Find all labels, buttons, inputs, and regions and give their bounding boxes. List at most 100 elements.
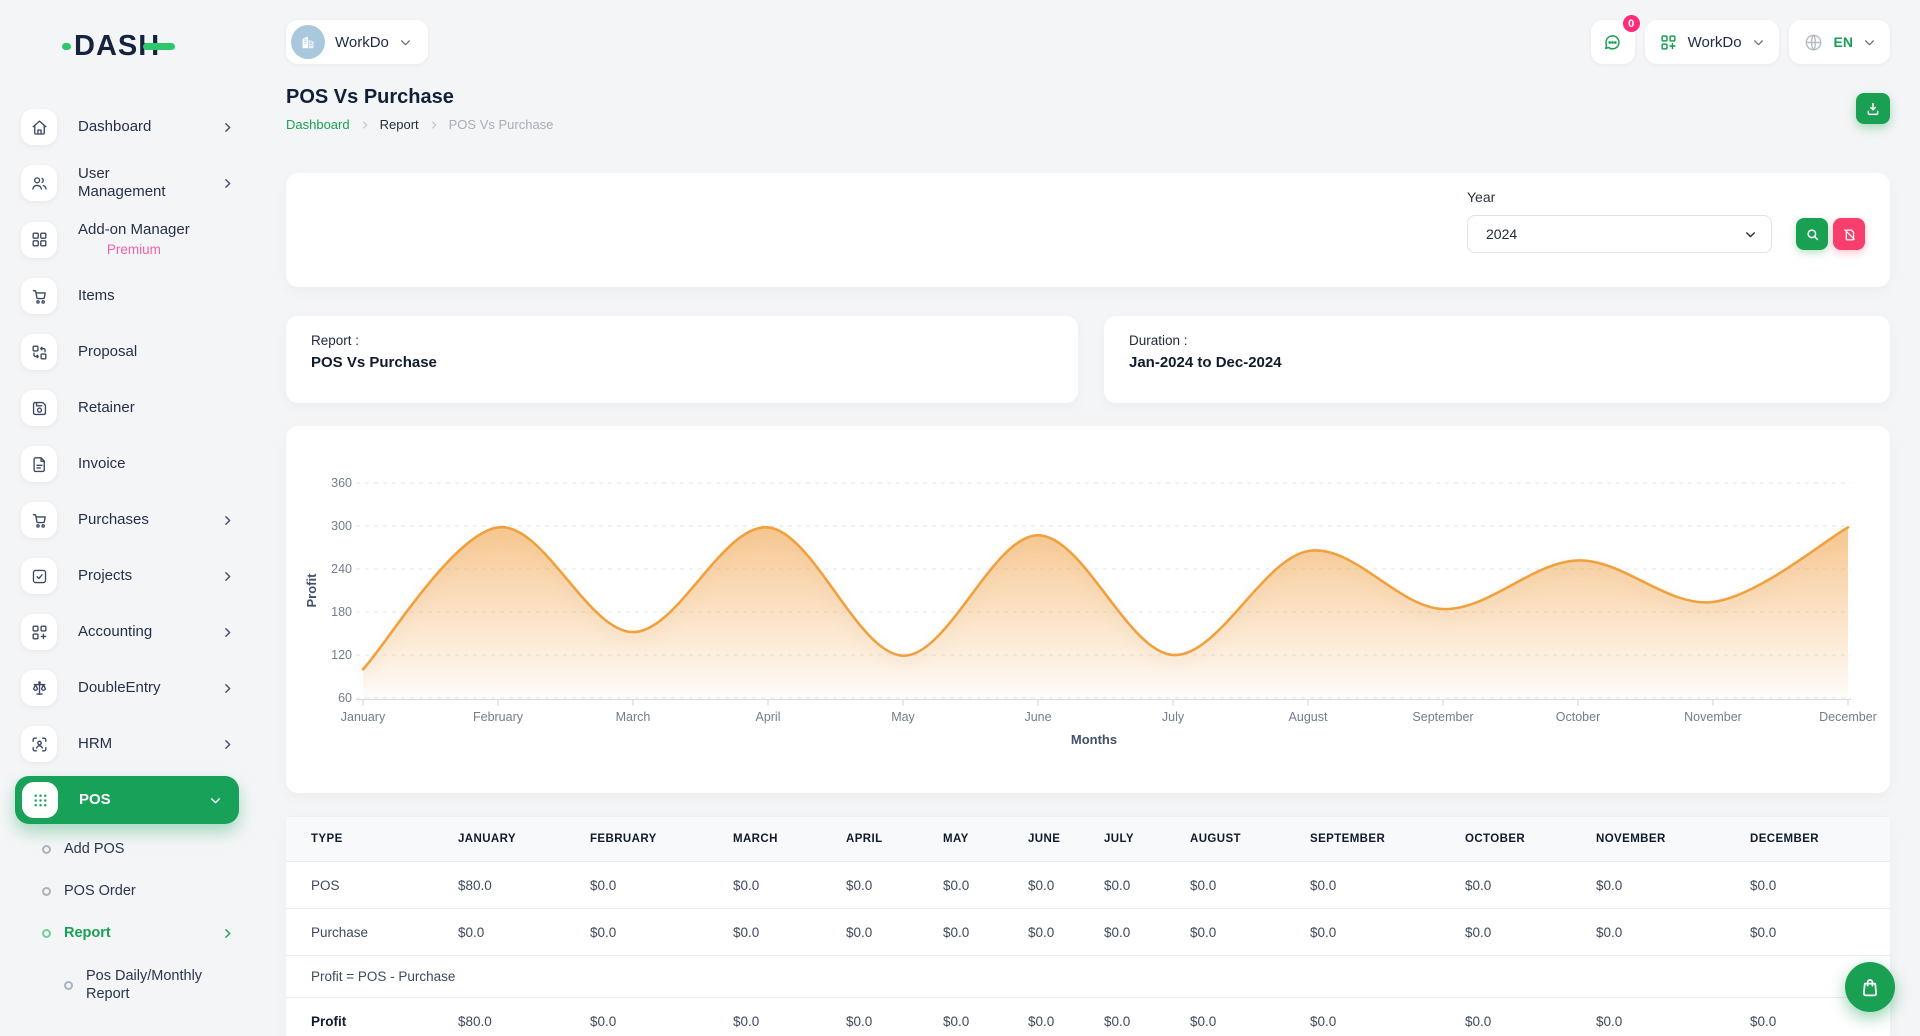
- report-summary-card: Report : POS Vs Purchase: [286, 316, 1078, 403]
- sidebar-item-hrm[interactable]: HRM: [0, 716, 260, 772]
- breadcrumb: Dashboard Report POS Vs Purchase: [286, 117, 553, 132]
- table-cell: $0.0: [1190, 909, 1310, 956]
- table-cell: $0.0: [846, 862, 943, 909]
- app-logo[interactable]: DASH: [62, 30, 260, 63]
- table-header-december: DECEMBER: [1750, 817, 1890, 862]
- sidebar-item-add-on-manager[interactable]: Add-on ManagerPremium: [0, 211, 260, 268]
- sidebar-subitem-label: Pos Daily/Monthly Report: [86, 967, 236, 1003]
- sidebar-item-dashboard[interactable]: Dashboard: [0, 99, 260, 155]
- pos-cart-fab[interactable]: [1845, 962, 1895, 1012]
- sidebar-subitem-add-pos[interactable]: Add POS: [0, 828, 260, 870]
- chevron-right-icon: [221, 682, 234, 695]
- sidebar-subitem-report[interactable]: Report: [0, 912, 260, 954]
- table-cell: $0.0: [1310, 998, 1465, 1036]
- cart-icon: [21, 278, 57, 314]
- sidebar-item-items[interactable]: Items: [0, 268, 260, 324]
- app-grid-icon: [1659, 33, 1678, 52]
- premium-badge: Premium: [78, 242, 190, 258]
- users-icon: [21, 165, 57, 201]
- table-note-row: Profit = POS - Purchase: [286, 956, 1890, 998]
- chevron-down-icon: [1752, 36, 1765, 49]
- sidebar-item-label: Dashboard: [78, 118, 151, 136]
- sidebar-subitem-pos-order[interactable]: POS Order: [0, 870, 260, 912]
- svg-text:June: June: [1024, 710, 1051, 724]
- apps-menu-button[interactable]: WorkDo: [1645, 20, 1779, 64]
- sidebar-item-label: Proposal: [78, 343, 137, 361]
- sidebar-item-purchases[interactable]: Purchases: [0, 492, 260, 548]
- sidebar-item-user-management[interactable]: User Management: [0, 155, 260, 211]
- home-icon: [21, 109, 57, 145]
- pos-vs-purchase-chart: 60120180240300360JanuaryFebruaryMarchApr…: [286, 426, 1890, 766]
- svg-text:October: October: [1556, 710, 1600, 724]
- breadcrumb-item-report[interactable]: Report: [380, 117, 419, 132]
- sidebar-subitem-label: Report: [64, 925, 111, 941]
- table-header-august: AUGUST: [1190, 817, 1310, 862]
- svg-text:March: March: [616, 710, 651, 724]
- sidebar-item-accounting[interactable]: Accounting: [0, 604, 260, 660]
- reset-filter-button[interactable]: [1833, 218, 1865, 250]
- chevron-right-icon: [221, 177, 234, 190]
- breadcrumb-current: POS Vs Purchase: [449, 117, 554, 132]
- row-label: Profit: [286, 998, 458, 1036]
- svg-text:February: February: [473, 710, 524, 724]
- sidebar-item-label: Purchases: [78, 511, 149, 529]
- table-cell: $0.0: [1465, 862, 1596, 909]
- sidebar-item-retainer[interactable]: Retainer: [0, 380, 260, 436]
- dots-grid-icon: [22, 782, 58, 818]
- row-label: POS: [286, 862, 458, 909]
- language-menu-button[interactable]: EN: [1789, 20, 1890, 64]
- svg-text:240: 240: [331, 562, 352, 576]
- sidebar-item-proposal[interactable]: Proposal: [0, 324, 260, 380]
- main-content: WorkDo 0 WorkDo EN POS Vs Purchase: [260, 0, 1920, 1036]
- table-cell: $0.0: [846, 998, 943, 1036]
- sidebar-item-doubleentry[interactable]: DoubleEntry: [0, 660, 260, 716]
- sidebar-item-pos[interactable]: POS: [15, 776, 239, 824]
- chevron-down-icon: [209, 794, 222, 807]
- save-icon: [21, 390, 57, 426]
- chevron-down-icon: [399, 36, 412, 49]
- logo-accent-icon: [62, 43, 71, 50]
- company-switcher[interactable]: WorkDo: [286, 20, 428, 64]
- table-cell: $0.0: [733, 909, 846, 956]
- svg-text:May: May: [891, 710, 915, 724]
- year-select[interactable]: 2024: [1467, 215, 1772, 253]
- bullet-icon: [42, 929, 51, 938]
- download-button[interactable]: [1856, 93, 1890, 124]
- table-header-march: MARCH: [733, 817, 846, 862]
- table-cell: $0.0: [1104, 909, 1190, 956]
- sidebar-subitem-label: Add POS: [64, 841, 124, 857]
- sidebar-item-label: POS: [79, 791, 111, 809]
- sidebar-item-projects[interactable]: Projects: [0, 548, 260, 604]
- clear-filter-icon: [1842, 227, 1857, 242]
- table-header-october: OCTOBER: [1465, 817, 1596, 862]
- breadcrumb-link-dashboard[interactable]: Dashboard: [286, 117, 350, 132]
- table-cell: $0.0: [1310, 862, 1465, 909]
- report-label: Report :: [311, 333, 1053, 348]
- table-row-pos: POS$80.0$0.0$0.0$0.0$0.0$0.0$0.0$0.0$0.0…: [286, 862, 1890, 909]
- row-label: Purchase: [286, 909, 458, 956]
- messages-button[interactable]: 0: [1591, 20, 1635, 64]
- table-header-june: JUNE: [1028, 817, 1104, 862]
- sidebar-subitem-pos-daily-monthly-report[interactable]: Pos Daily/Monthly Report: [0, 954, 260, 1016]
- table-cell: $80.0: [458, 862, 590, 909]
- table-row-purchase: Purchase$0.0$0.0$0.0$0.0$0.0$0.0$0.0$0.0…: [286, 909, 1890, 956]
- duration-value: Jan-2024 to Dec-2024: [1129, 354, 1865, 371]
- search-button[interactable]: [1796, 218, 1828, 250]
- user-focus-icon: [21, 726, 57, 762]
- chevron-right-icon: [221, 514, 234, 527]
- svg-text:60: 60: [338, 691, 352, 705]
- table-cell: $0.0: [943, 909, 1028, 956]
- table-cell: $0.0: [1465, 909, 1596, 956]
- table-cell: $0.0: [733, 998, 846, 1036]
- report-table-card: TYPEJANUARYFEBRUARYMARCHAPRILMAYJUNEJULY…: [286, 816, 1890, 1036]
- table-cell: $0.0: [943, 998, 1028, 1036]
- table-cell: $0.0: [1310, 909, 1465, 956]
- chevron-right-icon: [221, 626, 234, 639]
- table-header-september: SEPTEMBER: [1310, 817, 1465, 862]
- report-value: POS Vs Purchase: [311, 354, 1053, 371]
- bullet-icon: [64, 981, 73, 990]
- chevron-right-icon: [360, 120, 370, 130]
- scales-icon: [21, 670, 57, 706]
- table-header-january: JANUARY: [458, 817, 590, 862]
- sidebar-item-invoice[interactable]: Invoice: [0, 436, 260, 492]
